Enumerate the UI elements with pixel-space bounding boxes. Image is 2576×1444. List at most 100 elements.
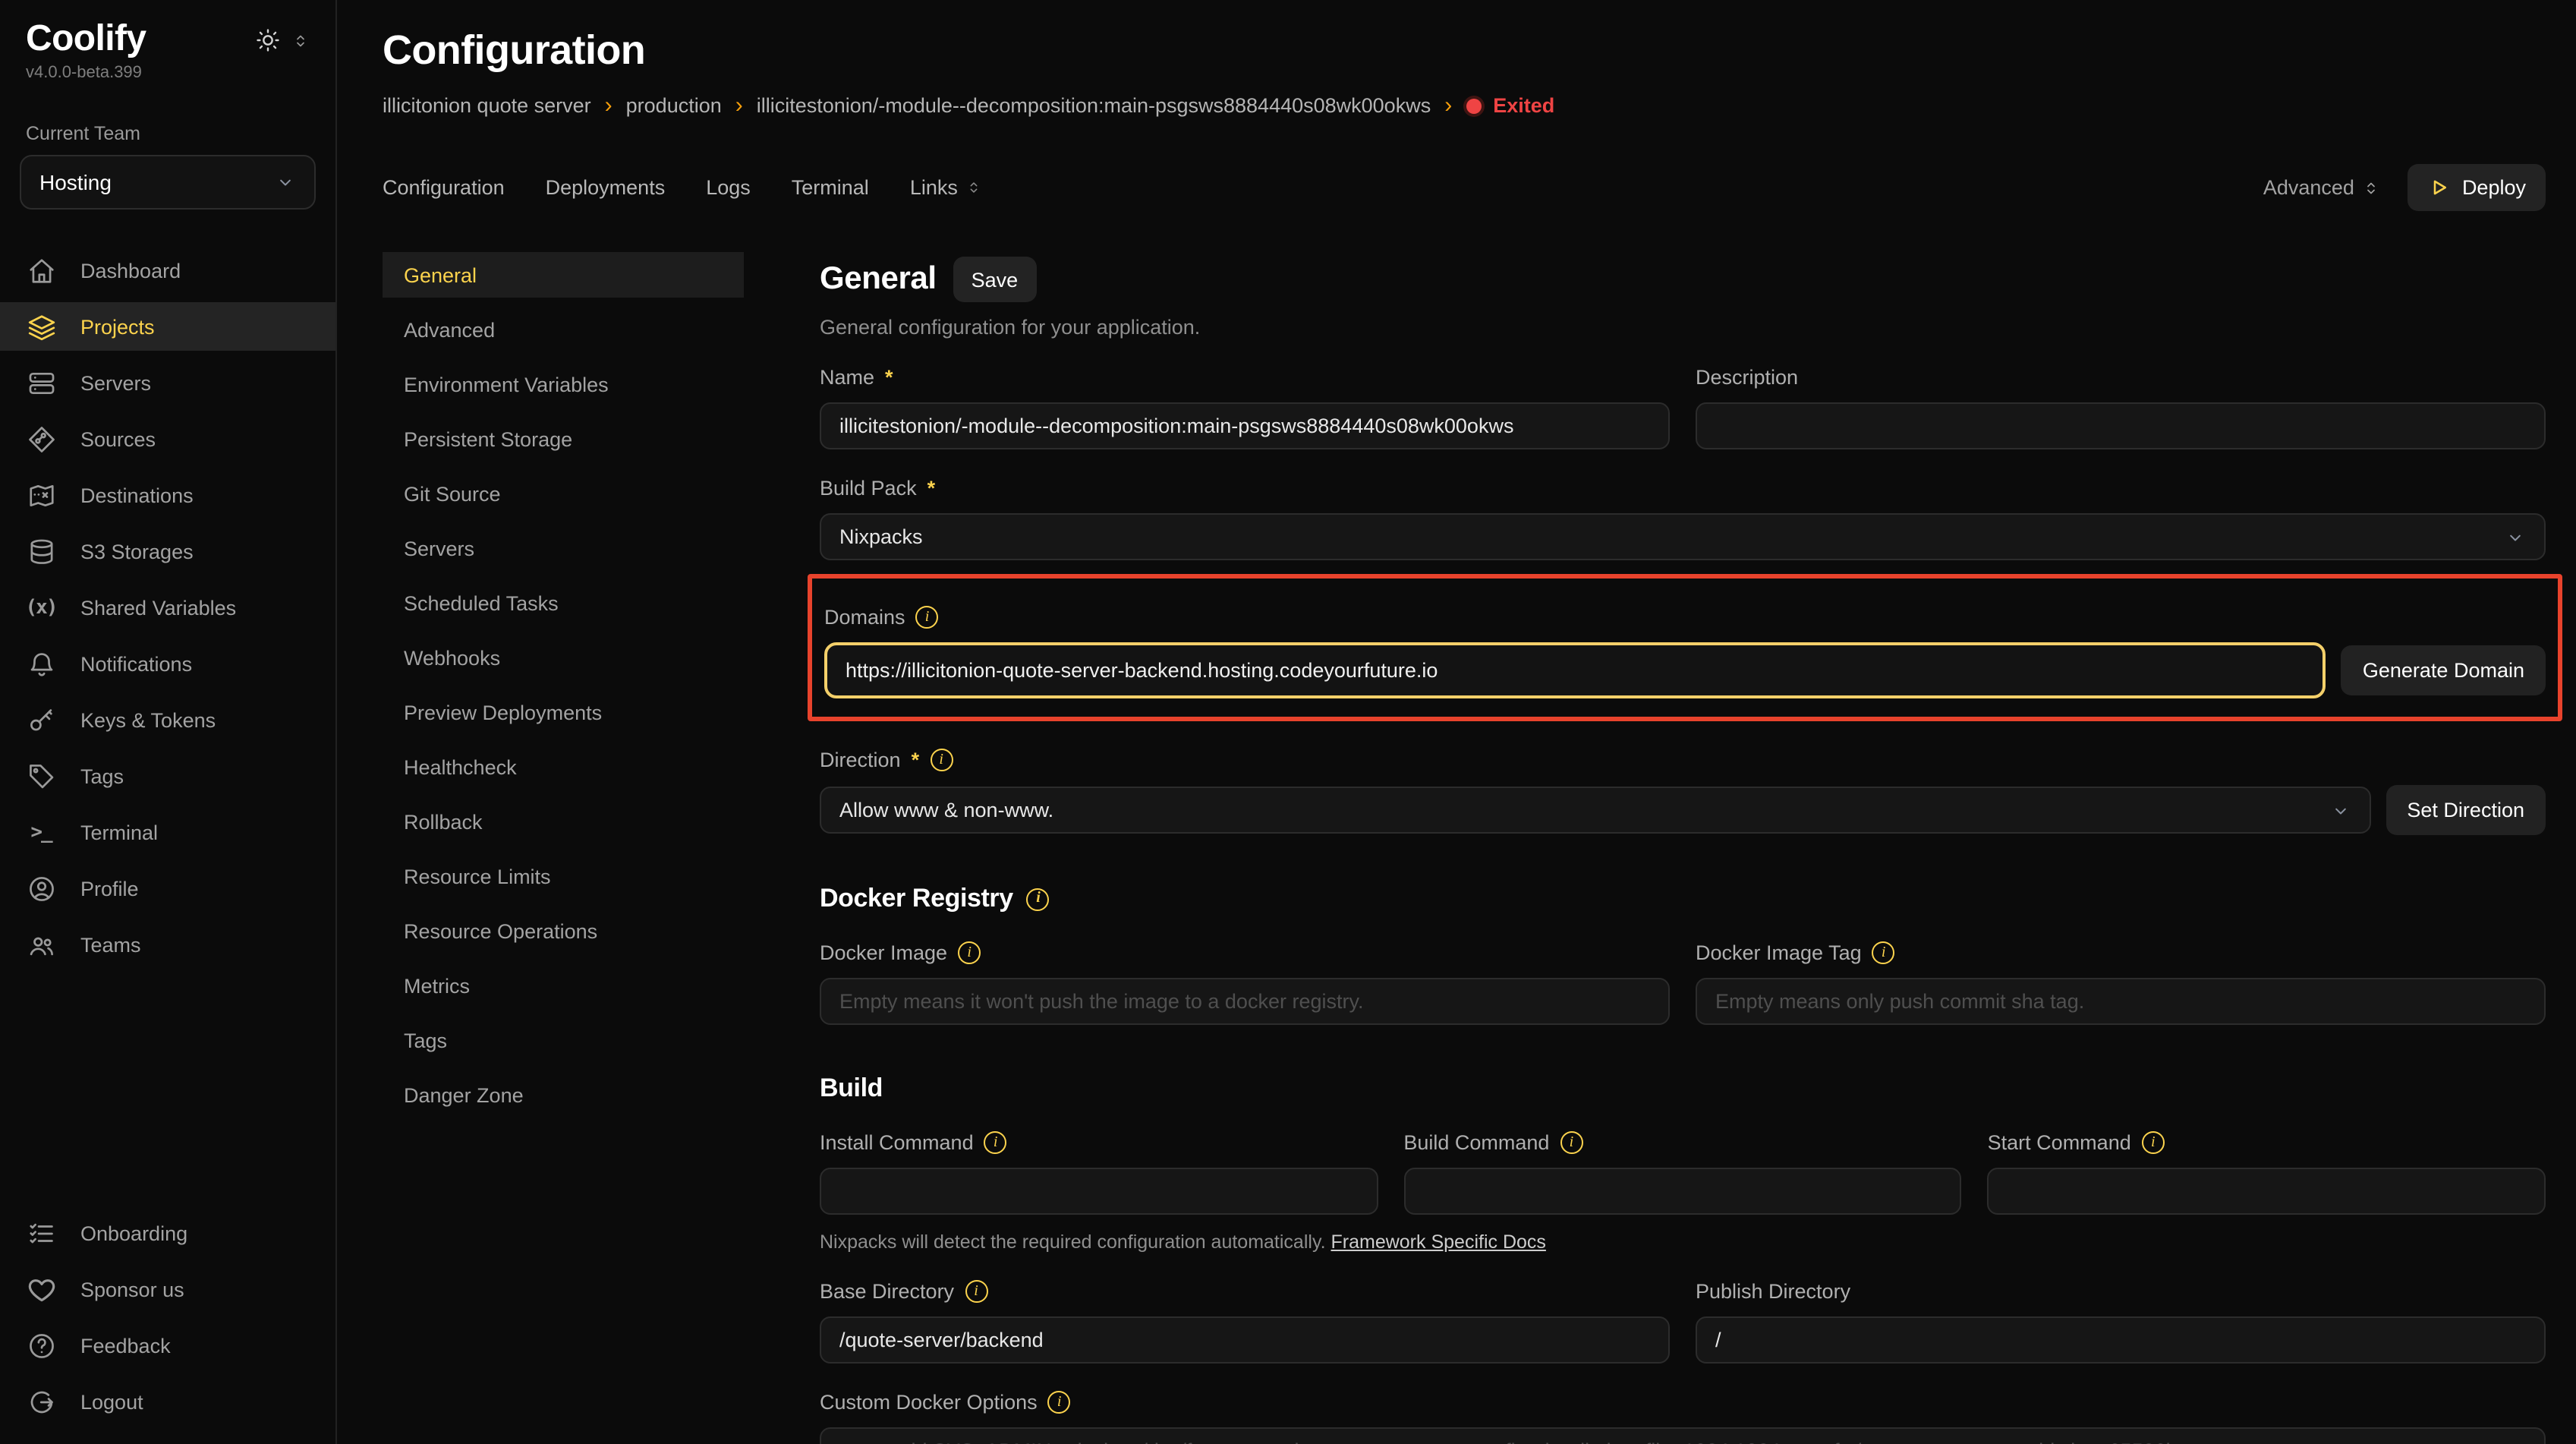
help-circle-icon — [26, 1331, 56, 1360]
app-version: v4.0.0-beta.399 — [0, 60, 335, 83]
sidebar-item-profile[interactable]: Profile — [0, 865, 335, 913]
theme-select-chevrons-icon[interactable] — [291, 30, 310, 51]
status-dot-icon — [1466, 98, 1481, 113]
subnav-item-servers[interactable]: Servers — [383, 525, 744, 571]
sidebar-item-dashboard[interactable]: Dashboard — [0, 247, 335, 295]
start-command-field-group: Start Command i — [1988, 1104, 2546, 1215]
chevrons-up-down-icon — [965, 178, 982, 197]
sidebar-item-feedback[interactable]: Feedback — [0, 1321, 335, 1370]
build-command-input[interactable] — [1403, 1168, 1961, 1215]
nixpacks-note: Nixpacks will detect the required config… — [820, 1231, 2546, 1253]
custom-docker-options-input[interactable] — [820, 1427, 2546, 1444]
tab-logs[interactable]: Logs — [706, 176, 751, 199]
base-directory-field-group: Base Directory i — [820, 1253, 1670, 1364]
set-direction-button[interactable]: Set Direction — [2385, 785, 2546, 835]
info-icon[interactable]: i — [916, 606, 939, 629]
home-icon — [26, 257, 56, 285]
sidebar-item-terminal[interactable]: >_ Terminal — [0, 809, 335, 857]
subnav-item-healthcheck[interactable]: Healthcheck — [383, 744, 744, 790]
publish-directory-field-group: Publish Directory — [1696, 1253, 2546, 1364]
sidebar-item-logout[interactable]: Logout — [0, 1377, 335, 1426]
subnav-item-advanced[interactable]: Advanced — [383, 307, 744, 352]
deploy-button[interactable]: Deploy — [2408, 164, 2546, 211]
sidebar-item-sources[interactable]: Sources — [0, 415, 335, 464]
chevron-right-icon: › — [605, 94, 613, 117]
team-select[interactable]: Hosting — [20, 156, 316, 210]
subnav-item-tags[interactable]: Tags — [383, 1017, 744, 1063]
save-button[interactable]: Save — [953, 257, 1037, 302]
install-command-input[interactable] — [820, 1168, 1378, 1215]
info-icon[interactable]: i — [1872, 941, 1895, 964]
sidebar-item-sponsor-us[interactable]: Sponsor us — [0, 1265, 335, 1313]
info-icon[interactable]: i — [2142, 1131, 2165, 1154]
description-input[interactable] — [1696, 402, 2546, 449]
coolify-app: Coolify v4.0.0-beta.399 Current Team Hos… — [0, 0, 2576, 1444]
direction-select[interactable]: Allow www & non-www. — [820, 787, 2370, 834]
sidebar-item-projects[interactable]: Projects — [0, 303, 335, 352]
generate-domain-button[interactable]: Generate Domain — [2341, 645, 2546, 695]
tab-links[interactable]: Links — [910, 176, 982, 199]
info-icon[interactable]: i — [930, 749, 953, 771]
sidebar-item-teams[interactable]: Teams — [0, 921, 335, 969]
tab-terminal[interactable]: Terminal — [792, 176, 869, 199]
sidebar-item-notifications[interactable]: Notifications — [0, 640, 335, 689]
info-icon[interactable]: i — [984, 1131, 1007, 1154]
framework-docs-link[interactable]: Framework Specific Docs — [1331, 1231, 1546, 1253]
subnav-item-resource-operations[interactable]: Resource Operations — [383, 908, 744, 954]
build-pack-label: Build Pack — [820, 477, 917, 500]
breadcrumb-project[interactable]: illicitonion quote server — [383, 94, 591, 117]
subnav-item-environment-variables[interactable]: Environment Variables — [383, 361, 744, 407]
sidebar-item-destinations[interactable]: Destinations — [0, 471, 335, 520]
docker-image-input[interactable] — [820, 978, 1670, 1025]
subnav-item-metrics[interactable]: Metrics — [383, 963, 744, 1008]
sidebar-bottom-nav: Onboarding Sponsor us Feedback Logout — [0, 1209, 335, 1426]
publish-directory-input[interactable] — [1696, 1316, 2546, 1364]
theme-toggle-sun-icon[interactable] — [255, 27, 281, 53]
info-icon[interactable]: i — [958, 941, 981, 964]
sidebar-item-label: Onboarding — [80, 1222, 187, 1244]
chevron-down-icon — [2329, 799, 2351, 821]
docker-image-tag-input[interactable] — [1696, 978, 2546, 1025]
info-icon[interactable]: i — [1560, 1131, 1582, 1154]
key-icon — [26, 706, 56, 735]
docker-registry-heading: Docker Registry — [820, 884, 1013, 914]
start-command-input[interactable] — [1988, 1168, 2546, 1215]
subnav-item-rollback[interactable]: Rollback — [383, 799, 744, 844]
advanced-select[interactable]: Advanced — [2263, 176, 2380, 199]
sidebar-item-servers[interactable]: Servers — [0, 359, 335, 408]
sidebar-item-tags[interactable]: Tags — [0, 752, 335, 801]
sidebar-item-shared-variables[interactable]: (x) Shared Variables — [0, 584, 335, 632]
sidebar-item-keys-tokens[interactable]: Keys & Tokens — [0, 696, 335, 745]
subnav-item-preview-deployments[interactable]: Preview Deployments — [383, 689, 744, 735]
toolbar: Advanced Deploy — [2263, 164, 2546, 211]
subnav-item-webhooks[interactable]: Webhooks — [383, 635, 744, 680]
domains-input[interactable] — [824, 642, 2326, 698]
configuration-content: General Advanced Environment Variables P… — [383, 252, 2546, 1444]
tab-deployments[interactable]: Deployments — [546, 176, 666, 199]
info-icon[interactable]: i — [1027, 888, 1050, 910]
sidebar-item-s3-storages[interactable]: S3 Storages — [0, 528, 335, 576]
chevron-right-icon: › — [735, 94, 743, 117]
breadcrumb-resource[interactable]: illicitestonion/-module--decomposition:m… — [757, 94, 1431, 117]
info-icon[interactable]: i — [1048, 1391, 1071, 1414]
build-pack-select[interactable]: Nixpacks — [820, 513, 2546, 560]
direction-value: Allow www & non-www. — [839, 799, 1053, 821]
sidebar-item-onboarding[interactable]: Onboarding — [0, 1209, 335, 1257]
breadcrumb-environment[interactable]: production — [626, 94, 722, 117]
tab-configuration[interactable]: Configuration — [383, 176, 505, 199]
install-command-label: Install Command — [820, 1131, 974, 1154]
subnav-item-scheduled-tasks[interactable]: Scheduled Tasks — [383, 580, 744, 626]
subnav-item-git-source[interactable]: Git Source — [383, 471, 744, 516]
subnav-item-danger-zone[interactable]: Danger Zone — [383, 1072, 744, 1118]
annotation-highlight: Domains i Generate Domain — [808, 574, 2562, 721]
chevron-down-icon — [275, 172, 296, 194]
base-directory-input[interactable] — [820, 1316, 1670, 1364]
name-label: Name — [820, 366, 874, 389]
subnav-item-persistent-storage[interactable]: Persistent Storage — [383, 416, 744, 462]
heart-icon — [26, 1275, 56, 1304]
name-input[interactable] — [820, 402, 1670, 449]
subnav-item-general[interactable]: General — [383, 252, 744, 298]
subnav-item-resource-limits[interactable]: Resource Limits — [383, 853, 744, 899]
info-icon[interactable]: i — [965, 1280, 987, 1303]
variable-icon: (x) — [26, 597, 56, 620]
